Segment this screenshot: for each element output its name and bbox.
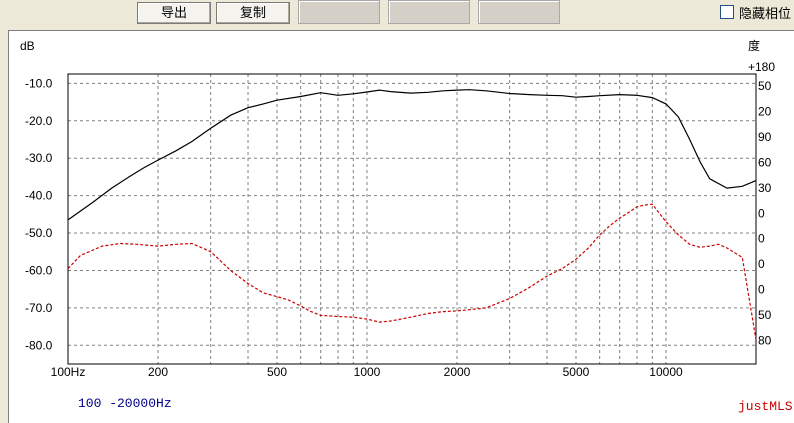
x-tick-label: 10000 [649,365,683,379]
x-tick-label: 500 [267,365,287,379]
y-tick-label: -80.0 [25,338,53,352]
x-tick-label: 100Hz [51,365,86,379]
y2-tick-label: 90 [758,130,772,144]
y-tick-label: -10.0 [25,76,53,90]
y2-axis: +180 50 20 90 60 30 0 0 0 0 50 80 [748,60,775,348]
y2-tick-label: 60 [758,155,772,169]
y-tick-label: -70.0 [25,301,53,315]
y-tick-label: -40.0 [25,189,53,203]
y2-tick-label: 20 [758,104,772,118]
x-tick-label: 200 [148,365,168,379]
y-axis: -10.0 -20.0 -30.0 -40.0 -50.0 -60.0 -70.0 -80.0 [25,76,53,352]
frequency-response-chart: dB 度 -10.0 -20.0 -30.0 -40.0 -50.0 -60.0 -70.0… [20,38,793,414]
y2-tick-label: 50 [758,79,772,93]
y2-tick-label: +180 [748,60,775,74]
y2-tick-label: 0 [758,283,765,297]
watermark: justMLS [738,399,793,414]
y-tick-label: -60.0 [25,263,53,277]
grid [68,74,756,364]
y-tick-label: -20.0 [25,114,53,128]
y2-tick-label: 0 [758,232,765,246]
y2-tick-label: 0 [758,206,765,220]
y-tick-label: -50.0 [25,226,53,240]
y-tick-label: -30.0 [25,151,53,165]
y2-tick-label: 50 [758,308,772,322]
y-unit-label: dB [20,39,35,53]
x-tick-label: 5000 [563,365,590,379]
x-tick-label: 2000 [444,365,471,379]
y2-tick-label: 30 [758,181,772,195]
y2-unit-label: 度 [748,38,760,53]
y2-tick-label: 0 [758,257,765,271]
x-tick-label: 1000 [354,365,381,379]
range-label: 100 -20000Hz [78,396,172,411]
x-axis: 100Hz 200 500 1000 2000 5000 10000 [51,365,683,379]
y2-tick-label: 80 [758,334,772,348]
